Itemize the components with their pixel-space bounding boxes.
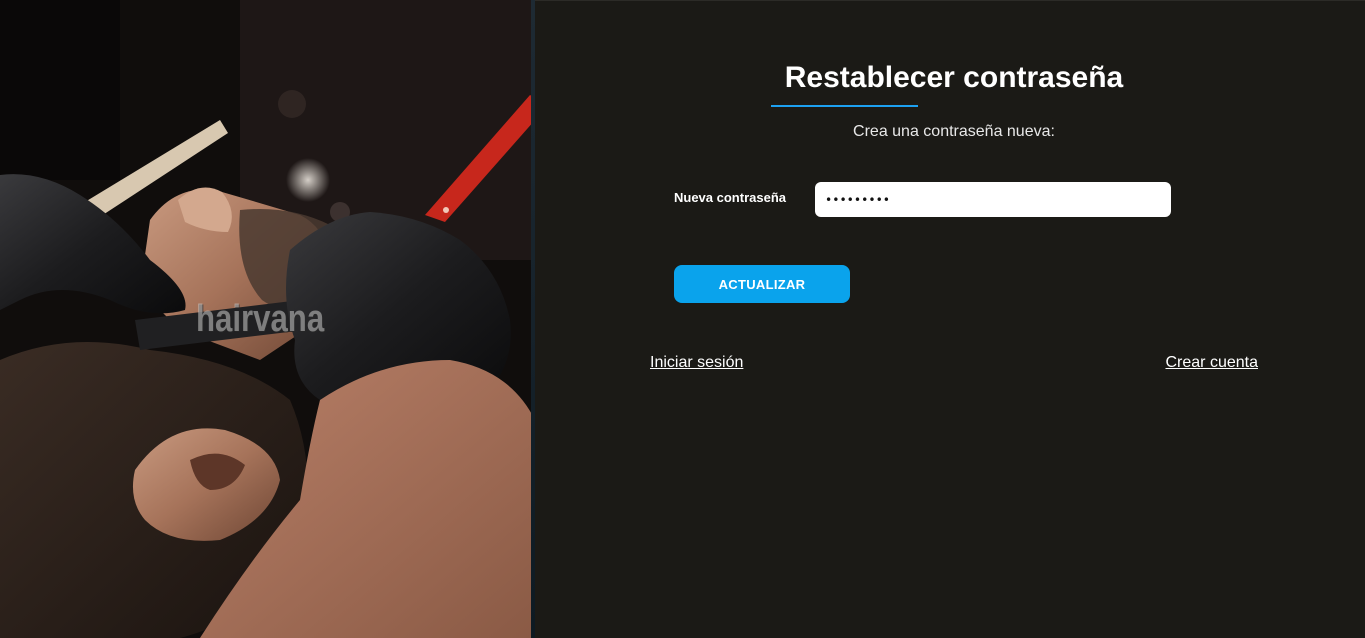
title-underline: [771, 105, 918, 107]
login-link[interactable]: Iniciar sesión: [650, 354, 743, 372]
new-password-label: Nueva contraseña: [674, 190, 786, 205]
new-password-input[interactable]: [815, 182, 1171, 217]
brand-watermark: hairvana: [196, 298, 325, 340]
page-title: Restablecer contraseña: [784, 61, 1124, 94]
reset-password-page: hairvana Restablecer contraseña Crea una…: [0, 0, 1365, 638]
reset-form-panel: Restablecer contraseña Crea una contrase…: [535, 0, 1365, 638]
register-link[interactable]: Crear cuenta: [1166, 354, 1259, 372]
update-button[interactable]: ACTUALIZAR: [674, 265, 850, 303]
form-subtitle: Crea una contraseña nueva:: [853, 123, 1055, 140]
hero-photo: hairvana: [0, 0, 535, 638]
